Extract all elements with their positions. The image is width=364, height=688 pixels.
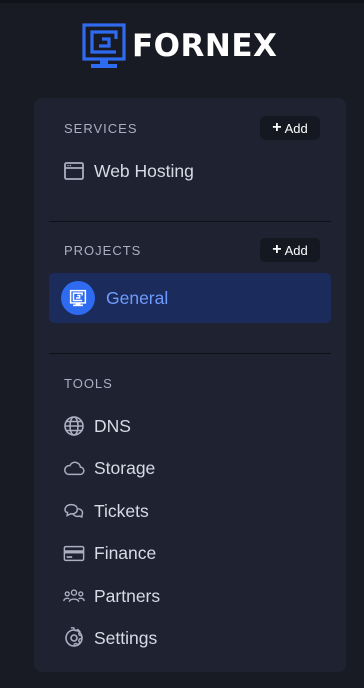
tool-item-storage[interactable]: Storage <box>49 450 331 486</box>
services-heading: SERVICES <box>64 121 138 136</box>
users-icon <box>63 585 85 607</box>
project-avatar <box>61 281 95 315</box>
service-item-web-hosting[interactable]: Web Hosting <box>49 153 331 189</box>
tool-item-tickets[interactable]: Tickets <box>49 493 331 529</box>
service-item-label: Web Hosting <box>94 160 194 181</box>
tool-item-partners[interactable]: Partners <box>49 578 331 614</box>
tool-item-label: DNS <box>94 415 131 436</box>
project-item-general[interactable]: General <box>49 273 331 323</box>
chat-bubbles-icon <box>63 500 85 522</box>
credit-card-icon <box>63 542 85 564</box>
brand-logo[interactable]: FORNEX <box>82 22 282 70</box>
gear-icon <box>63 627 85 649</box>
projects-heading: PROJECTS <box>64 243 142 258</box>
tool-item-dns[interactable]: DNS <box>49 408 331 444</box>
add-project-label: Add <box>284 242 308 258</box>
tool-item-label: Storage <box>94 457 156 478</box>
section-divider <box>49 353 331 354</box>
tool-item-label: Tickets <box>94 500 149 521</box>
tools-heading: TOOLS <box>64 376 113 391</box>
add-service-label: Add <box>284 120 308 136</box>
brand-name: FORNEX <box>132 28 278 64</box>
plus-icon: + <box>272 119 282 136</box>
tool-item-label: Settings <box>94 627 158 648</box>
add-project-button[interactable]: + Add <box>260 238 320 262</box>
browser-window-icon <box>63 160 85 182</box>
plus-icon: + <box>272 241 282 258</box>
section-divider <box>49 221 331 222</box>
add-service-button[interactable]: + Add <box>260 116 320 140</box>
globe-icon <box>63 415 85 437</box>
tool-item-label: Finance <box>94 542 157 563</box>
cloud-icon <box>63 457 85 479</box>
top-edge <box>0 0 364 3</box>
sidebar-panel: SERVICES + Add Web Hosting PROJECTS + Ad… <box>34 98 346 672</box>
fornex-logo-icon <box>82 23 126 68</box>
tool-item-label: Partners <box>94 585 161 606</box>
fornex-logo-icon <box>69 289 87 307</box>
project-label: General <box>106 287 169 308</box>
tool-item-settings[interactable]: Settings <box>49 620 331 656</box>
tool-item-finance[interactable]: Finance <box>49 535 331 571</box>
